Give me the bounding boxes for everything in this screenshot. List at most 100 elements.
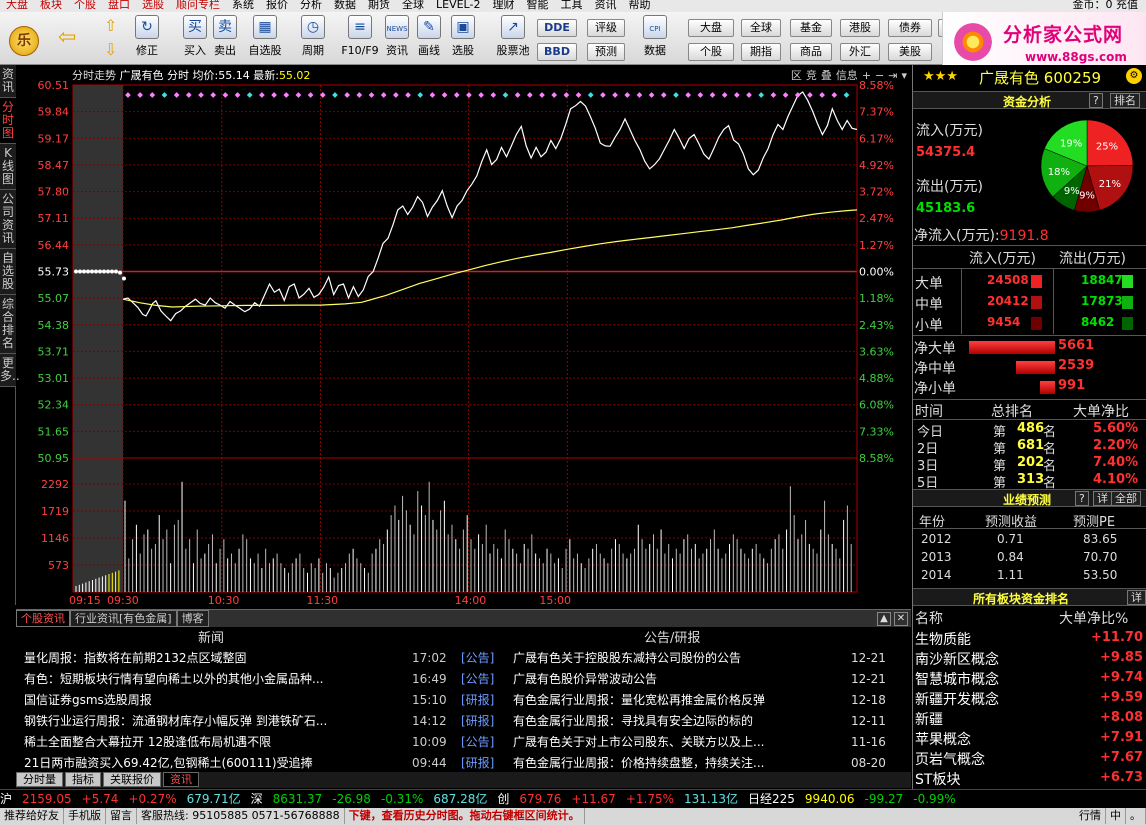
chart-control-button[interactable]: + bbox=[860, 69, 873, 82]
up-arrow-icon[interactable]: ⇧ bbox=[104, 15, 117, 37]
menu-item[interactable]: 智能 bbox=[520, 0, 554, 10]
bottom-tab[interactable]: 指标 bbox=[65, 772, 101, 787]
chart-control-button[interactable]: − bbox=[873, 69, 886, 82]
news-row[interactable]: 21日两市融资买入69.42亿,包钢稀土(600111)受追捧 09:44 bbox=[24, 753, 449, 773]
menu-item[interactable]: 大盘 bbox=[0, 0, 34, 10]
menu-item[interactable]: 报价 bbox=[260, 0, 294, 10]
menu-item[interactable]: 选股 bbox=[136, 0, 170, 10]
status-item[interactable]: 留言 bbox=[106, 808, 137, 824]
quick-button[interactable]: 商品 bbox=[790, 43, 832, 61]
report-row[interactable]: [公告] 广晟有色股价异常波动公告 12-21 bbox=[461, 669, 891, 689]
quick-button[interactable]: BBD bbox=[537, 43, 577, 61]
forecast-button[interactable]: 详 bbox=[1093, 491, 1112, 506]
sector-row[interactable]: 苹果概念 +7.91 bbox=[913, 728, 1146, 748]
chart-control-button[interactable]: ⇥ bbox=[886, 69, 899, 82]
left-tab[interactable]: 公司资讯 bbox=[0, 190, 16, 249]
toolbar-button-0[interactable]: ↻ 修正 bbox=[130, 15, 164, 63]
toolbar-button-3[interactable]: ▦ 自选股 bbox=[248, 15, 282, 63]
news-scroll-up-button[interactable]: ▲ bbox=[877, 612, 891, 626]
left-tab[interactable]: 更多.. bbox=[0, 354, 20, 387]
quick-button[interactable]: 个股 bbox=[688, 43, 734, 61]
quick-button[interactable]: 美股 bbox=[888, 43, 932, 61]
toolbar-button-1[interactable]: 买买入 bbox=[178, 15, 212, 63]
news-row[interactable]: 稀土全面整合大幕拉开 12股逢低布局机遇不限 10:09 bbox=[24, 732, 449, 752]
news-row[interactable]: 国信证券gsms选股周报 15:10 bbox=[24, 690, 449, 710]
menu-item[interactable]: 个股 bbox=[68, 0, 102, 10]
chart-control-button[interactable]: 叠 bbox=[819, 67, 834, 83]
bottom-tab[interactable]: 资讯 bbox=[163, 772, 199, 787]
left-tab[interactable]: 资讯 bbox=[0, 65, 16, 98]
back-arrow-icon[interactable]: ⇦ bbox=[58, 27, 76, 49]
quick-button[interactable]: 全球 bbox=[741, 19, 781, 37]
report-row[interactable]: [研报] 有色金属行业周报：量化宽松再推金属价格反弹 12-18 bbox=[461, 690, 891, 710]
news-row[interactable]: 量化周报：指数将在前期2132点区域整固 17:02 bbox=[24, 648, 449, 668]
menu-item[interactable]: 帮助 bbox=[622, 0, 656, 10]
menu-item[interactable]: LEVEL-2 bbox=[430, 0, 486, 10]
chart-control-button[interactable]: 竞 bbox=[804, 67, 819, 83]
fund-rank-button[interactable]: 排名 bbox=[1110, 93, 1140, 108]
stock-title[interactable]: 广晟有色 600259 bbox=[979, 67, 1101, 88]
sector-row[interactable]: 页岩气概念 +7.67 bbox=[913, 748, 1146, 768]
status-item[interactable]: 手机版 bbox=[64, 808, 106, 824]
settings-gear-icon[interactable]: ⚙ bbox=[1126, 68, 1142, 84]
quick-button[interactable]: 期指 bbox=[741, 43, 781, 61]
bottom-tab[interactable]: 分时量 bbox=[16, 772, 63, 787]
menu-item[interactable]: 盘口 bbox=[102, 0, 136, 10]
news-row[interactable]: 钢铁行业运行周报：流通钢材库存小幅反弹 到港铁矿石... 14:12 bbox=[24, 711, 449, 731]
news-tab[interactable]: 个股资讯 bbox=[16, 610, 70, 627]
quick-button[interactable]: DDE bbox=[537, 19, 577, 37]
chart-control-button[interactable]: 信息 bbox=[834, 67, 860, 83]
left-tab[interactable]: 分时图 bbox=[0, 98, 16, 144]
quick-button[interactable]: 大盘 bbox=[688, 19, 734, 37]
sector-row[interactable]: 智慧城市概念 +9.74 bbox=[913, 668, 1146, 688]
quick-button[interactable]: 债券 bbox=[888, 19, 932, 37]
sector-row[interactable]: 新疆 +8.08 bbox=[913, 708, 1146, 728]
menu-item[interactable]: 板块 bbox=[34, 0, 68, 10]
news-close-button[interactable]: ✕ bbox=[894, 612, 908, 626]
menu-item[interactable]: 数据 bbox=[328, 0, 362, 10]
fund-help-button[interactable]: ? bbox=[1089, 93, 1103, 108]
bottom-tab[interactable]: 关联报价 bbox=[103, 772, 161, 787]
menu-item[interactable]: 资讯 bbox=[588, 0, 622, 10]
quick-button[interactable]: 港股 bbox=[840, 19, 880, 37]
left-tab[interactable]: 自选股 bbox=[0, 249, 16, 295]
menu-item[interactable]: 理财 bbox=[486, 0, 520, 10]
menu-item[interactable]: 分析 bbox=[294, 0, 328, 10]
left-tab[interactable]: 综合排名 bbox=[0, 295, 16, 354]
toolbar-button-7[interactable]: ✎ 画线 bbox=[412, 15, 446, 63]
intraday-chart-svg[interactable]: 60.51 8.58% 59.84 7.37% 59.17 6.17% 58.47 4.92%… bbox=[16, 65, 911, 607]
status-item[interactable]: 客服热线: 95105885 0571-56768888 bbox=[137, 808, 345, 824]
toolbar-button-8[interactable]: ▣ 选股 bbox=[446, 15, 480, 63]
home-circle-button[interactable]: 乐 bbox=[9, 26, 39, 56]
report-row[interactable]: [公告] 广晟有色关于控股股东减持公司股份的公告 12-21 bbox=[461, 648, 891, 668]
report-row[interactable]: [研报] 有色金属行业周报：寻找具有安全边际的标的 12-11 bbox=[461, 711, 891, 731]
forecast-button[interactable]: 全部 bbox=[1111, 491, 1141, 506]
sector-detail-button[interactable]: 详 bbox=[1127, 590, 1146, 605]
menu-item[interactable]: 期货 bbox=[362, 0, 396, 10]
intraday-chart[interactable]: 60.51 8.58% 59.84 7.37% 59.17 6.17% 58.47 4.92%… bbox=[16, 65, 911, 607]
quick-button[interactable]: 外汇 bbox=[840, 43, 880, 61]
toolbar-button-5[interactable]: ≡ F10/F9 bbox=[338, 15, 382, 63]
quick-button[interactable]: 预测 bbox=[587, 43, 625, 61]
quick-button[interactable]: 评级 bbox=[587, 19, 625, 37]
quick-button[interactable]: 基金 bbox=[790, 19, 832, 37]
sector-row[interactable]: 新疆开发概念 +9.59 bbox=[913, 688, 1146, 708]
report-row[interactable]: [研报] 有色金属行业周报：价格持续盘整，持续关注... 08-20 bbox=[461, 753, 891, 773]
menu-item[interactable]: 全球 bbox=[396, 0, 430, 10]
status-right-item[interactable]: 。 bbox=[1126, 808, 1146, 824]
status-right-item[interactable]: 行情 bbox=[1075, 808, 1106, 824]
left-tab[interactable]: K线图 bbox=[0, 144, 16, 190]
menu-item[interactable]: 顺问专栏 bbox=[170, 0, 226, 10]
toolbar-button-4[interactable]: ◷ 周期 bbox=[296, 15, 330, 63]
status-item[interactable]: 推荐给好友 bbox=[0, 808, 64, 824]
chart-control-button[interactable]: ▾ bbox=[899, 69, 909, 82]
toolbar-button-9[interactable]: ↗ 股票池 bbox=[492, 15, 534, 63]
chart-control-button[interactable]: 区 bbox=[789, 67, 804, 83]
news-row[interactable]: 有色：短期板块行情有望向稀土以外的其他小金属品种... 16:49 bbox=[24, 669, 449, 689]
sector-row[interactable]: ST板块 +6.73 bbox=[913, 768, 1146, 788]
forecast-button[interactable]: ? bbox=[1075, 491, 1089, 506]
sector-row[interactable]: 南沙新区概念 +9.85 bbox=[913, 648, 1146, 668]
news-tab[interactable]: 博客 bbox=[176, 610, 209, 627]
status-right-item[interactable]: 中 bbox=[1106, 808, 1126, 824]
news-tab[interactable]: 行业资讯[有色金属] bbox=[70, 610, 177, 627]
